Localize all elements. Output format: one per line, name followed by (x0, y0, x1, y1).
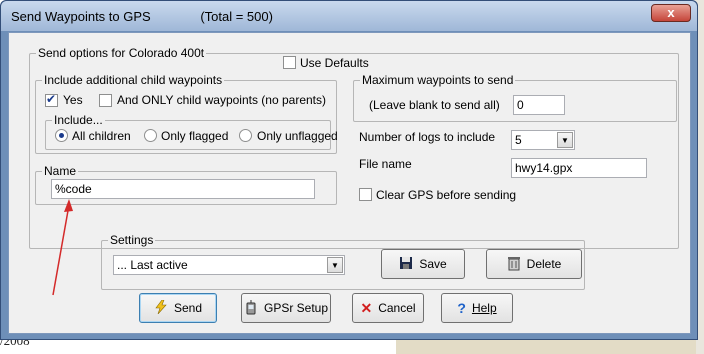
lightning-icon (154, 299, 168, 316)
close-button[interactable]: x (651, 4, 691, 22)
save-label: Save (419, 257, 447, 271)
logs-value: 5 (515, 133, 522, 147)
include-label: Include... (52, 113, 105, 127)
send-options-label: Send options for Colorado 400t (36, 46, 207, 60)
help-label: Help (471, 301, 497, 315)
file-name-label: File name (359, 157, 412, 171)
send-button[interactable]: Send (139, 293, 217, 323)
radio-only-flagged[interactable] (144, 129, 157, 142)
only-child-label: And ONLY child waypoints (no parents) (117, 93, 326, 107)
clear-gps-checkbox[interactable] (359, 188, 372, 201)
chevron-down-icon[interactable]: ▼ (557, 132, 573, 148)
radio-only-flagged-label: Only flagged (161, 129, 229, 143)
yes-label: Yes (63, 93, 83, 107)
question-mark-icon: ? (457, 300, 466, 316)
radio-only-unflagged[interactable] (239, 129, 252, 142)
logs-label: Number of logs to include (359, 130, 496, 144)
gpsr-setup-label: GPSr Setup (263, 301, 329, 315)
name-group-label: Name (42, 164, 79, 178)
floppy-disk-icon (399, 256, 413, 272)
dialog-title: Send Waypoints to GPS (Total = 500) (11, 9, 273, 24)
dialog-title-text: Send Waypoints to GPS (11, 9, 151, 24)
gps-device-icon (244, 299, 258, 317)
cancel-button[interactable]: ✕ Cancel (352, 293, 424, 323)
send-label: Send (173, 301, 203, 315)
chevron-down-icon[interactable]: ▼ (327, 257, 343, 273)
clear-gps-label: Clear GPS before sending (376, 188, 517, 202)
red-x-icon: ✕ (360, 300, 373, 316)
yes-checkbox[interactable] (45, 92, 58, 107)
max-waypoints-input[interactable]: 0 (513, 95, 565, 115)
file-name-input[interactable]: hwy14.gpx (511, 158, 647, 178)
radio-all-children[interactable] (55, 129, 68, 142)
settings-value: ... Last active (117, 258, 188, 272)
close-icon: x (667, 5, 675, 20)
dialog-body: Send options for Colorado 400t Use Defau… (8, 32, 691, 334)
settings-label: Settings (108, 233, 156, 247)
send-waypoints-dialog: Send Waypoints to GPS (Total = 500) x Se… (0, 0, 698, 340)
logs-select[interactable]: 5 ▼ (511, 130, 575, 150)
use-defaults-label: Use Defaults (300, 56, 369, 70)
use-defaults-checkbox[interactable] (283, 56, 296, 69)
cancel-label: Cancel (378, 301, 416, 315)
only-child-checkbox[interactable] (99, 94, 112, 107)
name-input[interactable]: %code (51, 179, 315, 199)
delete-label: Delete (526, 257, 562, 271)
help-button[interactable]: ? Help (441, 293, 513, 323)
max-waypoints-hint: (Leave blank to send all) (369, 98, 500, 112)
title-bar[interactable]: Send Waypoints to GPS (Total = 500) x (1, 1, 697, 31)
radio-all-children-label: All children (72, 129, 131, 143)
trash-can-icon (507, 256, 521, 273)
gpsr-setup-button[interactable]: GPSr Setup (241, 293, 331, 323)
max-waypoints-label: Maximum waypoints to send (360, 73, 516, 87)
delete-button[interactable]: Delete (486, 249, 582, 279)
settings-select[interactable]: ... Last active ▼ (113, 255, 345, 275)
red-arrow-annotation (52, 199, 73, 296)
total-count: (Total = 500) (200, 9, 273, 24)
save-button[interactable]: Save (381, 249, 465, 279)
child-waypoints-label: Include additional child waypoints (42, 73, 225, 87)
radio-only-unflagged-label: Only unflagged (257, 129, 338, 143)
